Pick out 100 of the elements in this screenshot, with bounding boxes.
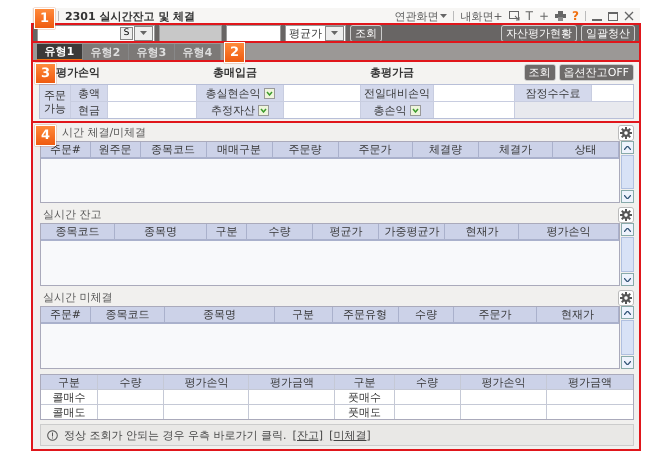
dropdown-icon[interactable] [264,88,274,98]
scroll-down-button[interactable] [621,356,634,369]
caret-icon [140,31,147,36]
settings-button[interactable] [618,124,634,140]
scrollbar-thumb[interactable] [621,155,634,189]
toolbar-glyph-button[interactable]: T [526,9,533,24]
column-header[interactable]: 현재가 [536,307,619,322]
notice-text: 정상 조회가 안되는 경우 우측 바로가기 클릭. [64,428,286,442]
column-header[interactable]: 체결가 [478,142,553,157]
printer-icon[interactable] [555,11,566,22]
title-link[interactable]: 연관화면 [394,8,448,24]
column-header[interactable]: 종목코드 [41,224,116,239]
table-cell [394,390,460,404]
settings-icon [620,126,632,138]
scrollbar-thumb[interactable] [621,237,634,272]
field-label: 잠정수수료 [515,85,591,101]
column-header[interactable]: 평균가 [313,224,380,239]
price-type-select[interactable]: 평균가 [285,24,346,42]
total-label: 총매입금 [213,65,258,80]
settings-icon [620,208,632,220]
marker-badge: 3 [35,63,56,84]
column-header: 수량 [394,375,460,389]
marker-badge: 4 [35,125,56,146]
scrollbar-thumb[interactable] [621,320,634,355]
column-header[interactable]: 주문유형 [332,307,399,322]
settings-icon [620,292,632,304]
column-header[interactable]: 현재가 [445,224,520,239]
table-cell [98,390,164,404]
column-header[interactable]: 주문가 [454,307,537,322]
column-header[interactable]: 구분 [274,307,333,322]
table-cell [394,405,460,419]
table-cell: 풋매도 [335,405,394,419]
column-header[interactable]: 매매구분 [206,142,273,157]
column-header[interactable]: 종목코드 [90,307,165,322]
panel-title: 실시간 잔고 [43,207,102,222]
title-link[interactable]: 내화면+ [460,8,503,24]
panel-title: 실시간 미체결 [43,290,112,305]
toolbar-button[interactable]: 자산평가현황 [501,24,577,42]
order-available-label: 주문 가능 [40,85,70,118]
column-header[interactable]: 수량 [247,224,314,239]
marker-badge: 1 [34,8,55,29]
total-label: 총평가금 [370,65,415,80]
toolbar-glyph-button[interactable]: + [538,9,550,24]
table-cell: 콜매도 [41,405,98,419]
total-label: 평가손익 [56,65,101,80]
column-header[interactable]: 주문가 [338,142,413,157]
info-icon [47,430,58,440]
maximize-icon[interactable] [608,11,618,22]
column-header: 수량 [98,375,164,389]
account-field[interactable]: S [37,24,155,42]
dropdown-icon[interactable] [258,104,269,116]
column-header[interactable]: 주문# [41,307,91,322]
scroll-up-button[interactable] [621,141,634,154]
scroll-up-button[interactable] [621,223,634,236]
column-header[interactable]: 종목명 [115,224,207,239]
field-label: 총액 [71,85,107,101]
field-label: 전일대비손익 [361,85,433,101]
settings-button[interactable] [618,206,634,222]
column-header[interactable]: 종목명 [164,307,275,322]
column-header[interactable]: 원주문 [90,142,141,157]
account-search-button[interactable]: S [120,26,133,40]
dropdown-icon[interactable] [410,104,420,116]
column-header: 평가금액 [249,375,334,389]
column-header: 구분 [335,375,394,389]
shortcut-link[interactable]: [잔고] [292,428,324,442]
column-header: 평가손익 [164,375,248,389]
window-title: 2301 실시간잔고 및 체결 [65,8,196,24]
table-cell [98,405,164,419]
column-header[interactable]: 구분 [206,224,248,239]
column-header: 구분 [41,375,98,389]
scroll-down-button[interactable] [621,190,634,203]
value-cell [592,85,633,101]
settings-button[interactable] [618,290,634,306]
column-header[interactable]: 주문량 [272,142,339,157]
field-label: 총실현손익 [206,86,260,100]
column-header[interactable]: 평가손익 [519,224,619,239]
window-popout-icon[interactable] [508,11,520,22]
column-header[interactable]: 주문# [41,142,91,157]
column-header[interactable]: 수량 [398,307,454,322]
scroll-up-button[interactable] [621,306,634,319]
tab[interactable]: 유형1 [37,44,83,61]
summary-button[interactable]: 조회 [524,64,556,81]
column-header[interactable]: 종목코드 [140,142,207,157]
column-header[interactable]: 가중평균가 [379,224,446,239]
password-field[interactable] [226,24,281,42]
shortcut-link[interactable]: [미체결] [329,428,371,442]
column-header[interactable]: 체결량 [412,142,479,157]
scroll-down-button[interactable] [621,273,634,286]
column-header[interactable]: 상태 [552,142,619,157]
close-icon[interactable] [624,11,634,22]
table-cell: 콜매수 [41,390,98,404]
summary-button[interactable]: 옵션잔고OFF [558,64,634,81]
field-label: 추정자산 [211,102,255,118]
field-label: 총손익 [374,102,406,118]
table-cell: 풋매수 [335,390,394,404]
dropdown-caret-icon [440,14,448,18]
query-button[interactable]: 조회 [350,24,382,42]
toolbar-button[interactable]: 일괄청산 [581,24,635,42]
column-header: 평가금액 [546,375,633,389]
dropdown-button[interactable] [134,26,153,41]
